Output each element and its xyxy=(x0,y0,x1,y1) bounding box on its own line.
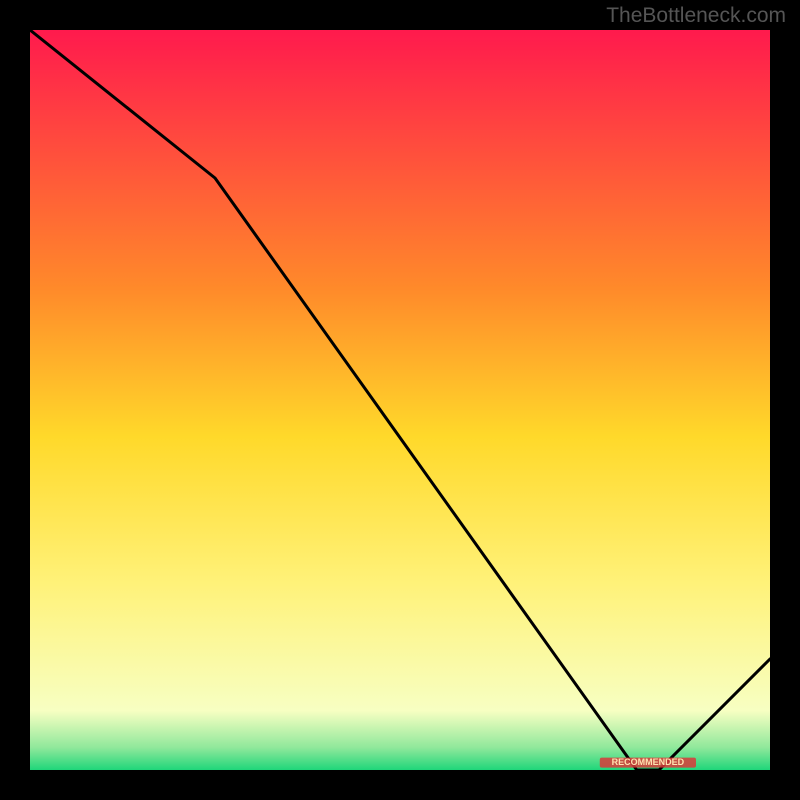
watermark-text: TheBottleneck.com xyxy=(606,4,786,28)
chart-container: RECOMMENDED xyxy=(30,30,770,770)
recommended-label: RECOMMENDED xyxy=(612,757,685,767)
chart-svg: RECOMMENDED xyxy=(30,30,770,770)
chart-background xyxy=(30,30,770,770)
